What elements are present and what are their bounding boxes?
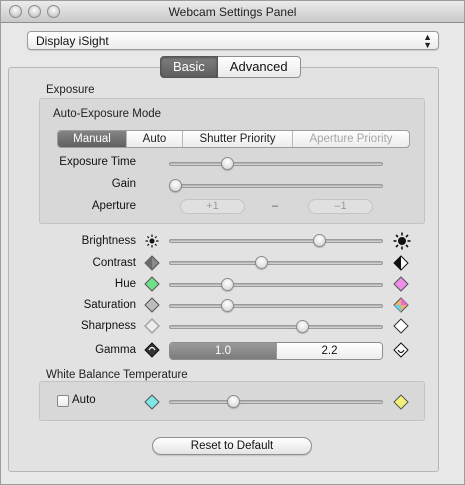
- contrast-label: Contrast: [92, 257, 136, 269]
- sharpness-slider[interactable]: [169, 320, 383, 334]
- gain-slider[interactable]: [169, 179, 383, 193]
- gamma-high-icon: [393, 342, 409, 358]
- hue-slider[interactable]: [169, 278, 383, 292]
- slider-knob[interactable]: [255, 256, 269, 269]
- wb-cool-icon: [144, 394, 160, 410]
- saturation-slider[interactable]: [169, 299, 383, 313]
- tab-advanced[interactable]: Advanced: [217, 56, 301, 78]
- slider-track: [169, 325, 383, 329]
- contrast-slider[interactable]: [169, 256, 383, 270]
- tab-bar: Basic Advanced: [160, 56, 301, 78]
- gain-label: Gain: [111, 178, 136, 190]
- hue-green-icon: [144, 276, 160, 292]
- gamma-low-icon: [144, 342, 160, 358]
- device-select[interactable]: Display iSight ▲ ▼: [27, 31, 439, 50]
- slider-knob[interactable]: [312, 234, 326, 247]
- slider-knob[interactable]: [220, 157, 234, 170]
- slider-track: [169, 400, 383, 404]
- hue-pink-icon: [393, 276, 409, 292]
- gamma-selector: 1.0 2.2: [169, 342, 383, 360]
- chevron-updown-icon: ▲ ▼: [423, 33, 432, 50]
- slider-knob[interactable]: [295, 320, 309, 333]
- aperture-separator: –: [272, 200, 279, 212]
- auto-exposure-mode-control: Manual Auto Shutter Priority Aperture Pr…: [57, 130, 410, 148]
- mode-auto[interactable]: Auto: [126, 131, 182, 147]
- slider-track: [169, 283, 383, 287]
- white-balance-section-label: White Balance Temperature: [46, 369, 188, 381]
- gamma-option-1-0[interactable]: 1.0: [170, 343, 276, 359]
- slider-knob[interactable]: [169, 179, 183, 192]
- sun-small-icon: [145, 234, 159, 248]
- hue-label: Hue: [114, 278, 136, 290]
- aperture-plus-field: +1: [180, 199, 245, 214]
- slider-track: [169, 184, 383, 188]
- auto-exposure-mode-label: Auto-Exposure Mode: [53, 108, 162, 120]
- white-balance-slider[interactable]: [169, 395, 383, 409]
- sun-large-icon: [393, 232, 411, 250]
- saturation-low-icon: [144, 297, 160, 313]
- reset-to-default-button[interactable]: Reset to Default: [152, 437, 312, 455]
- slider-track: [169, 261, 383, 265]
- mode-manual[interactable]: Manual: [58, 131, 126, 147]
- aperture-minus-field: –1: [308, 199, 373, 214]
- brightness-slider[interactable]: [169, 234, 383, 248]
- slider-track: [169, 162, 383, 166]
- brightness-label: Brightness: [81, 235, 136, 247]
- mode-shutter-priority[interactable]: Shutter Priority: [182, 131, 292, 147]
- slider-knob[interactable]: [220, 278, 234, 291]
- saturation-high-icon: [393, 297, 409, 313]
- mode-aperture-priority: Aperture Priority: [292, 131, 409, 147]
- slider-knob[interactable]: [227, 395, 241, 408]
- sharpness-label: Sharpness: [81, 320, 136, 332]
- gamma-label: Gamma: [95, 344, 136, 356]
- slider-track: [169, 304, 383, 308]
- sharpness-low-icon: [144, 318, 160, 334]
- sharpness-high-icon: [393, 318, 409, 334]
- gamma-option-2-2[interactable]: 2.2: [276, 343, 382, 359]
- tab-basic[interactable]: Basic: [160, 56, 218, 78]
- exposure-time-label: Exposure Time: [59, 156, 136, 168]
- white-balance-auto-checkbox[interactable]: [57, 395, 69, 407]
- window-title: Webcam Settings Panel: [168, 5, 297, 19]
- exposure-section-label: Exposure: [46, 84, 95, 96]
- aperture-label: Aperture: [91, 200, 136, 212]
- device-select-value: Display iSight: [36, 34, 109, 48]
- arrow-down-glyph: ▼: [423, 40, 432, 50]
- saturation-label: Saturation: [83, 299, 136, 311]
- wb-warm-icon: [393, 394, 409, 410]
- title-bar[interactable]: Webcam Settings Panel: [1, 1, 464, 23]
- exposure-time-slider[interactable]: [169, 157, 383, 171]
- white-balance-auto-label: Auto: [72, 394, 96, 406]
- slider-track: [169, 239, 383, 243]
- contrast-high-icon: [393, 255, 409, 271]
- slider-knob[interactable]: [220, 299, 234, 312]
- contrast-low-icon: [144, 255, 160, 271]
